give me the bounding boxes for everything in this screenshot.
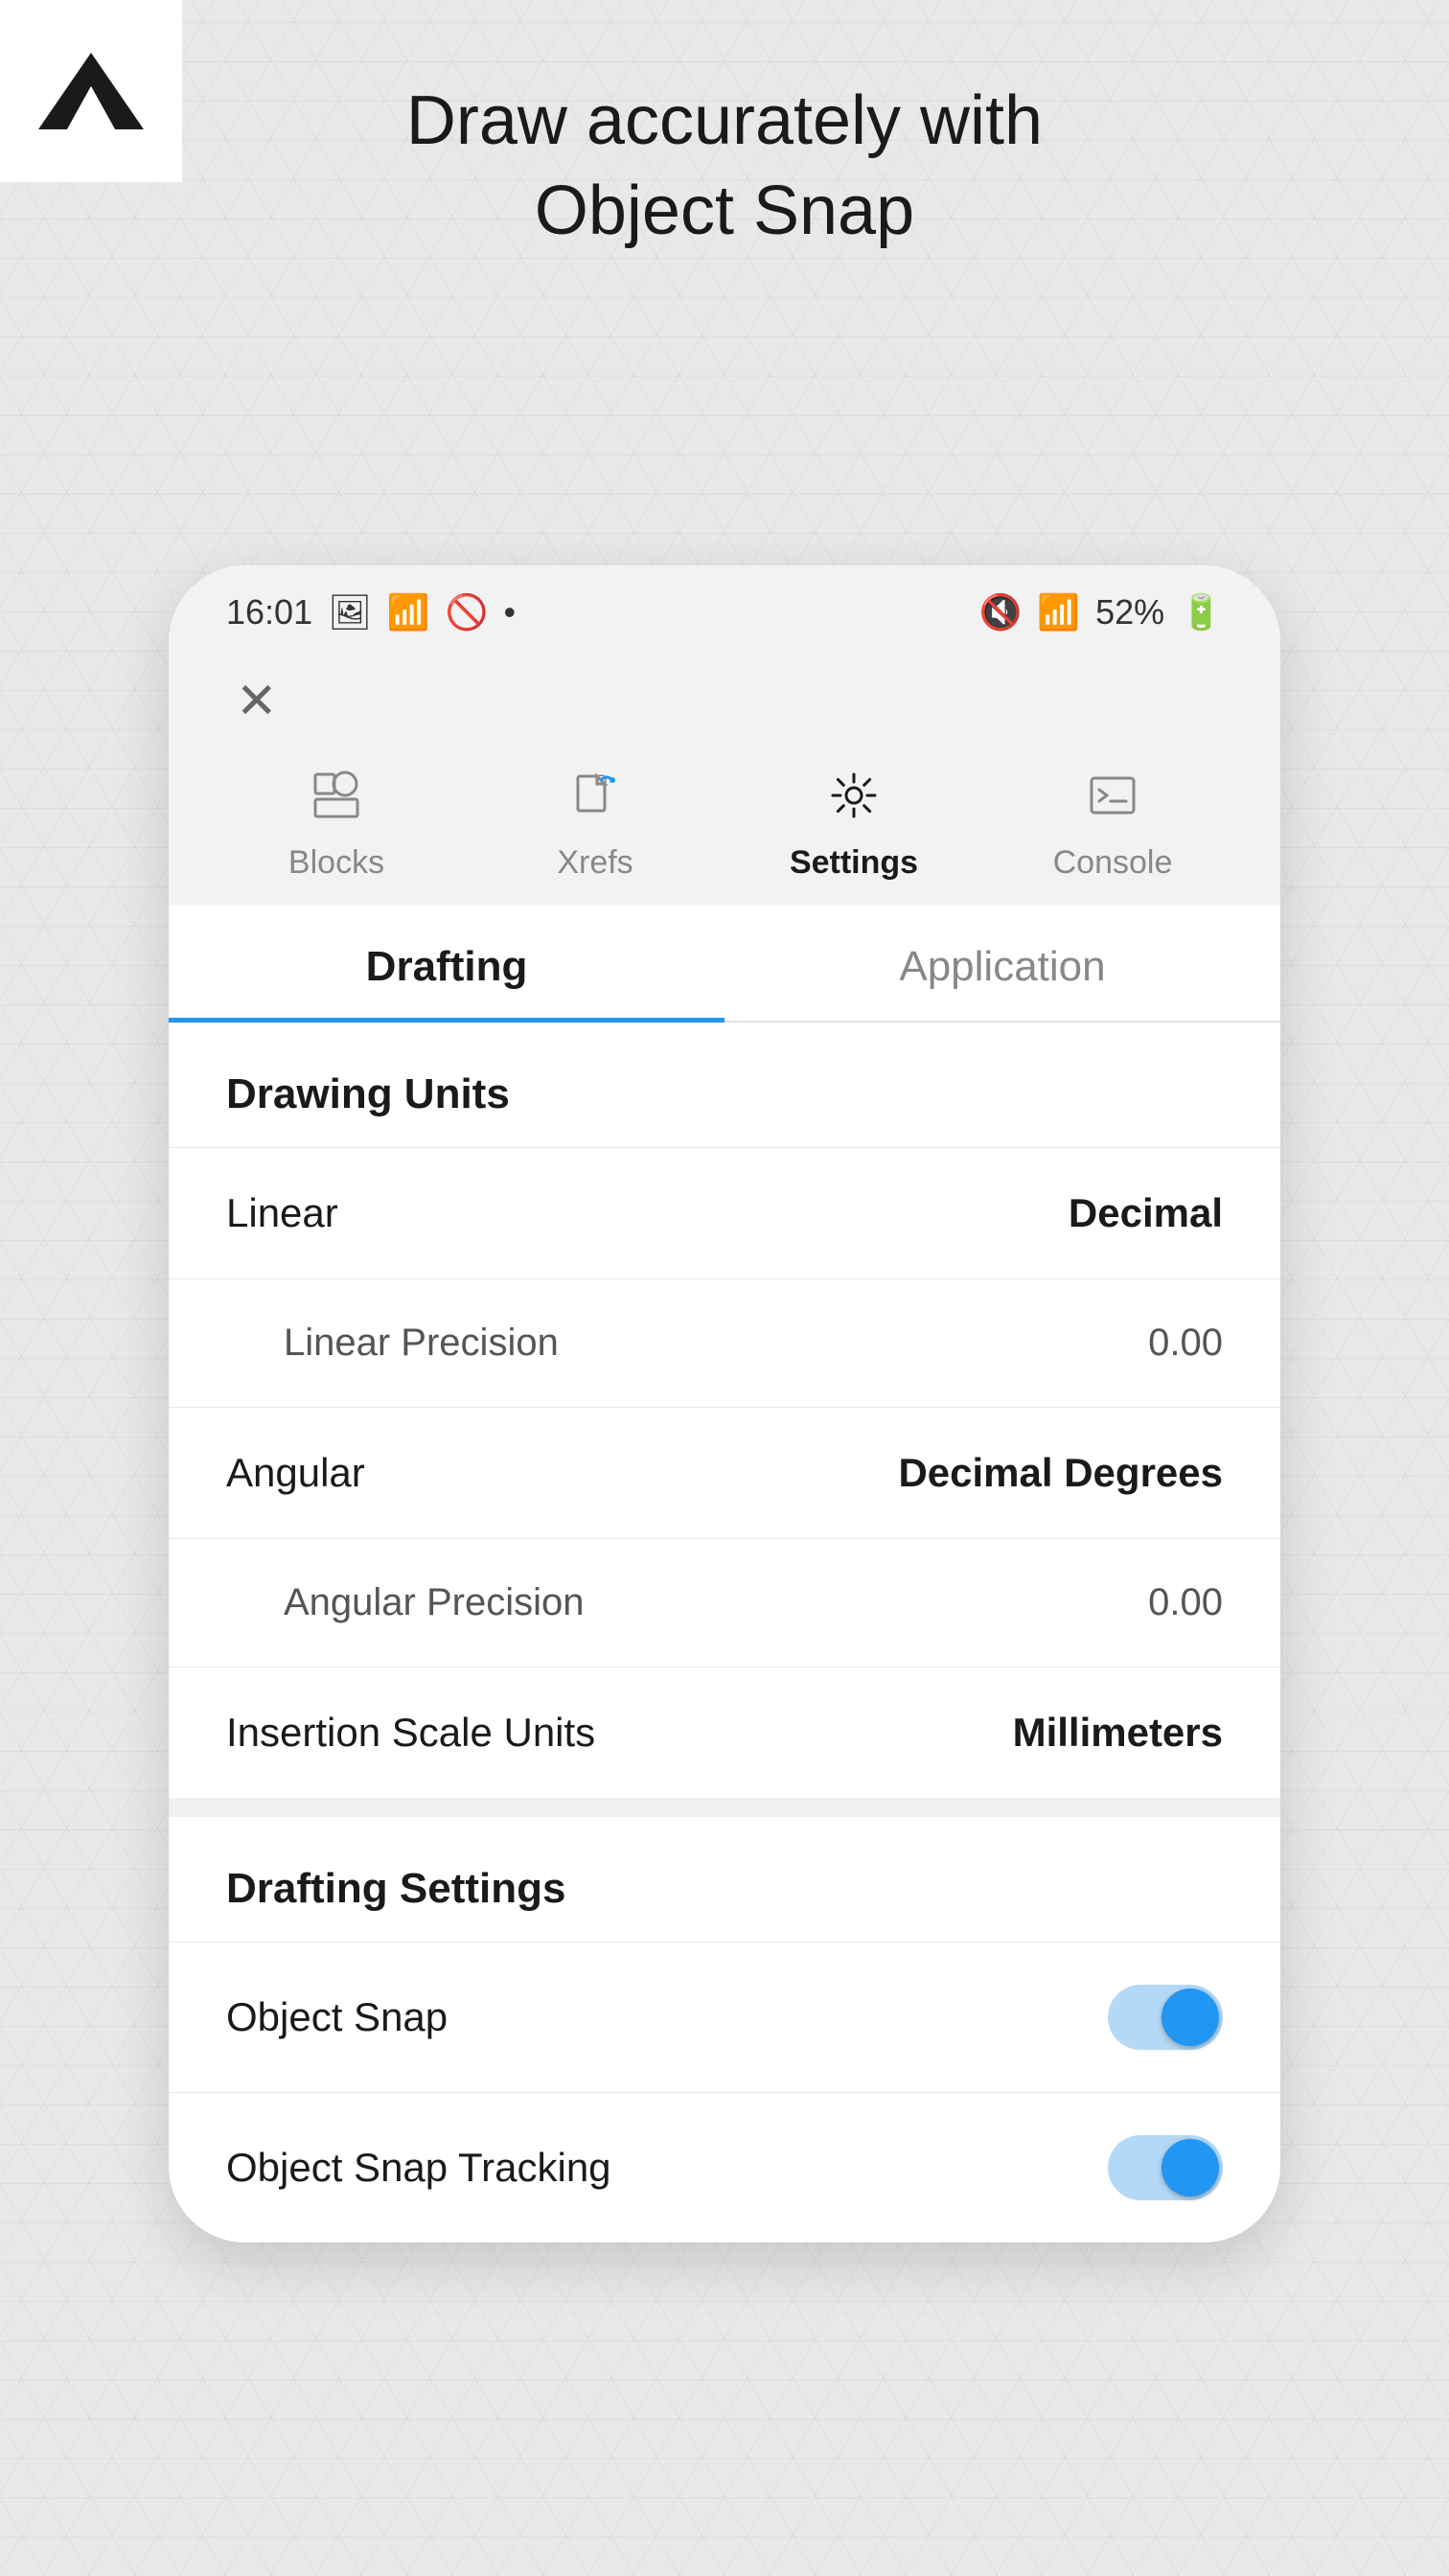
status-battery-icon: 🔋 — [1180, 592, 1223, 632]
status-dot-icon: • — [503, 592, 516, 632]
label-insertion-scale: Insertion Scale Units — [226, 1710, 595, 1756]
status-wifi-icon: 📶 — [1037, 592, 1080, 632]
tab-xrefs-label: Xrefs — [557, 844, 632, 882]
value-angular-precision: 0.00 — [1148, 1581, 1223, 1624]
tab-console[interactable]: Console — [983, 755, 1242, 905]
label-object-snap-tracking: Object Snap Tracking — [226, 2145, 611, 2191]
status-mute-icon: 🔇 — [978, 592, 1022, 632]
row-object-snap-tracking[interactable]: Object Snap Tracking — [169, 2092, 1280, 2242]
xrefs-icon — [570, 770, 620, 833]
tab-console-label: Console — [1053, 844, 1173, 882]
status-right: 🔇 📶 52% 🔋 — [978, 592, 1223, 632]
console-icon — [1088, 770, 1138, 833]
sub-tab-drafting[interactable]: Drafting — [169, 905, 724, 1023]
close-button[interactable]: ✕ — [226, 667, 1223, 736]
value-linear-precision: 0.00 — [1148, 1322, 1223, 1365]
value-linear: Decimal — [1069, 1190, 1223, 1236]
status-left: 16:01 🖼 📶 🚫 • — [226, 592, 516, 632]
tab-bar: Blocks Xrefs — [169, 736, 1280, 905]
tab-blocks-label: Blocks — [288, 844, 384, 882]
status-signal-icon: 📶 — [387, 592, 430, 632]
status-battery-text: 52% — [1095, 592, 1164, 632]
app-header: ✕ — [169, 648, 1280, 736]
label-angular: Angular — [226, 1450, 365, 1496]
tab-xrefs[interactable]: Xrefs — [466, 755, 724, 905]
tab-settings-label: Settings — [790, 844, 918, 882]
status-bar: 16:01 🖼 📶 🚫 • 🔇 📶 52% 🔋 — [169, 565, 1280, 648]
toggle-object-snap-knob — [1162, 1989, 1219, 2046]
value-insertion-scale: Millimeters — [1013, 1710, 1223, 1756]
label-object-snap: Object Snap — [226, 1994, 448, 2040]
status-photo-icon: 🖼 — [328, 592, 372, 632]
row-linear-precision[interactable]: Linear Precision 0.00 — [169, 1278, 1280, 1407]
tab-settings[interactable]: Settings — [724, 755, 983, 905]
headline: Draw accurately with Object Snap — [0, 77, 1449, 256]
toggle-object-snap[interactable] — [1108, 1985, 1223, 2050]
toggle-object-snap-tracking-knob — [1162, 2139, 1219, 2196]
toggle-object-snap-tracking[interactable] — [1108, 2135, 1223, 2200]
section-divider — [169, 1798, 1280, 1817]
content-area: Drawing Units Linear Decimal Linear Prec… — [169, 1023, 1280, 2242]
tab-blocks[interactable]: Blocks — [207, 755, 466, 905]
sub-tab-application[interactable]: Application — [724, 905, 1280, 1021]
label-angular-precision: Angular Precision — [226, 1581, 585, 1624]
row-angular[interactable]: Angular Decimal Degrees — [169, 1407, 1280, 1538]
settings-icon — [829, 770, 879, 833]
headline-line1: Draw accurately with — [0, 77, 1449, 167]
label-linear: Linear — [226, 1190, 338, 1236]
headline-line2: Object Snap — [0, 167, 1449, 257]
phone-mockup: 16:01 🖼 📶 🚫 • 🔇 📶 52% 🔋 ✕ — [169, 565, 1280, 2242]
sub-tab-bar: Drafting Application — [169, 905, 1280, 1023]
section-drafting-settings-header: Drafting Settings — [169, 1817, 1280, 1942]
row-insertion-scale[interactable]: Insertion Scale Units Millimeters — [169, 1667, 1280, 1798]
row-linear[interactable]: Linear Decimal — [169, 1147, 1280, 1278]
section-drawing-units-header: Drawing Units — [169, 1023, 1280, 1147]
row-object-snap[interactable]: Object Snap — [169, 1942, 1280, 2092]
status-time: 16:01 — [226, 592, 312, 632]
blocks-icon — [311, 770, 361, 833]
row-angular-precision[interactable]: Angular Precision 0.00 — [169, 1538, 1280, 1667]
status-dnd-icon: 🚫 — [446, 592, 489, 632]
value-angular: Decimal Degrees — [898, 1450, 1223, 1496]
label-linear-precision: Linear Precision — [226, 1322, 559, 1365]
